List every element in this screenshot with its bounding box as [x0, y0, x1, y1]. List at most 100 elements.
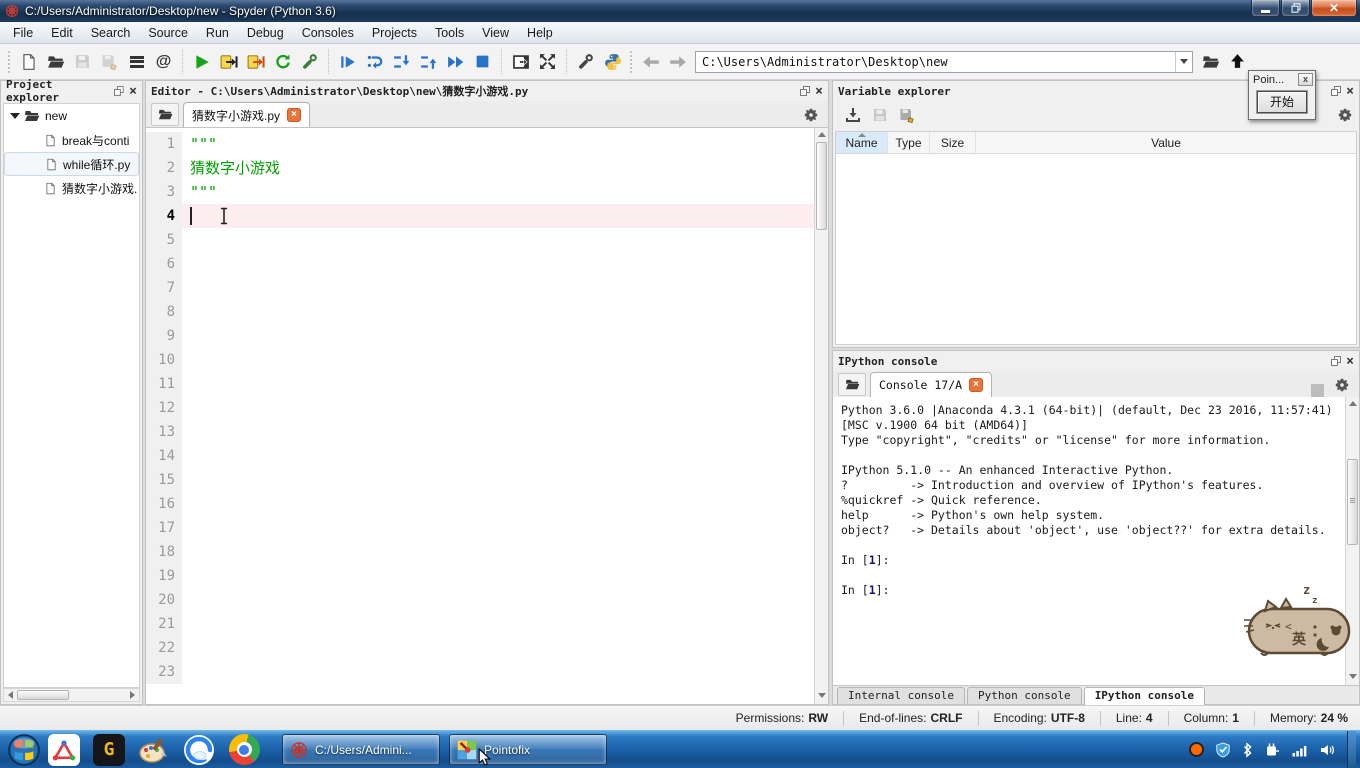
menu-item-edit[interactable]: Edit [42, 24, 82, 42]
parent-directory-button[interactable] [1224, 48, 1251, 75]
save-button[interactable] [69, 48, 96, 75]
run-button[interactable] [188, 48, 215, 75]
menu-item-run[interactable]: Run [197, 24, 238, 42]
scrollbar-thumb[interactable] [816, 142, 827, 230]
undock-icon[interactable] [1331, 356, 1341, 366]
combobox-dropdown-button[interactable] [1175, 51, 1192, 72]
python-packages-button[interactable] [599, 48, 626, 75]
power-plug-icon[interactable] [1264, 742, 1280, 758]
qq-browser-app-icon[interactable] [183, 734, 215, 766]
new-file-button[interactable] [15, 48, 42, 75]
editor-line[interactable]: 3 """ [146, 180, 814, 204]
file-switcher-button[interactable] [123, 48, 150, 75]
editor-line[interactable]: 2 猜数字小游戏 [146, 156, 814, 180]
editor-line[interactable]: 9 [146, 324, 814, 348]
speaker-icon[interactable] [1319, 742, 1335, 758]
scroll-left-icon[interactable] [8, 691, 13, 699]
g-logo-app-icon[interactable]: G [93, 733, 125, 766]
working-directory-combobox[interactable]: C:\Users\Administrator\Desktop\new [695, 50, 1193, 73]
rerun-cell-button[interactable] [269, 48, 296, 75]
debug-button[interactable] [334, 48, 361, 75]
editor-line[interactable]: 7 [146, 276, 814, 300]
maximize-pane-button[interactable] [534, 48, 561, 75]
taskbar-button-spyder[interactable]: C:/Users/Admini... [282, 734, 440, 765]
console-tab-ipython-console[interactable]: IPython console [1083, 687, 1206, 705]
menu-item-debug[interactable]: Debug [238, 24, 293, 42]
column-header-name[interactable]: Name [836, 132, 888, 153]
editor-line[interactable]: 6 [146, 252, 814, 276]
scroll-right-icon[interactable] [130, 691, 135, 699]
back-button[interactable] [637, 48, 664, 75]
editor-line[interactable]: 5 [146, 228, 814, 252]
triangle-logo-app-icon[interactable] [48, 733, 80, 766]
debug-step-button[interactable] [361, 48, 388, 75]
undock-icon[interactable] [114, 86, 124, 96]
open-file-button[interactable] [42, 48, 69, 75]
pointofix-title-bar[interactable]: Poin... x [1249, 71, 1315, 87]
scroll-up-icon[interactable] [1348, 401, 1357, 406]
editor-line[interactable]: 23 [146, 660, 814, 684]
menu-item-source[interactable]: Source [139, 24, 197, 42]
scroll-up-icon[interactable] [817, 132, 826, 137]
save-all-button[interactable] [96, 48, 123, 75]
scroll-down-icon[interactable] [1349, 674, 1357, 679]
editor-tab[interactable]: 猜数字小游戏.py × [183, 102, 311, 127]
editor-line[interactable]: 22 [146, 636, 814, 660]
close-panel-icon[interactable]: × [129, 85, 137, 98]
menu-item-projects[interactable]: Projects [363, 24, 426, 42]
expander-icon[interactable] [10, 113, 20, 119]
editor-line[interactable]: 14 [146, 444, 814, 468]
browse-tabs-button[interactable] [838, 373, 866, 396]
browse-directory-button[interactable] [1197, 48, 1224, 75]
tab-close-icon[interactable]: × [287, 108, 302, 122]
project-file[interactable]: break与conti [4, 128, 139, 152]
undock-icon[interactable] [800, 86, 810, 96]
preferences-button[interactable] [572, 48, 599, 75]
close-button[interactable]: ✕ [1311, 0, 1357, 17]
network-signal-icon[interactable] [1291, 742, 1308, 758]
editor-line[interactable]: 1 """ [146, 132, 814, 156]
pointofix-window[interactable]: Poin... x 开始 [1248, 70, 1316, 120]
save-data-button[interactable] [866, 102, 893, 129]
editor-vertical-scrollbar[interactable] [814, 128, 828, 704]
close-panel-icon[interactable]: × [1346, 85, 1354, 98]
menu-item-search[interactable]: Search [82, 24, 140, 42]
paint-app-icon[interactable] [138, 734, 170, 766]
save-data-as-button[interactable] [893, 102, 920, 129]
console-tab-python-console[interactable]: Python console [966, 687, 1082, 704]
security-shield-icon[interactable] [1215, 741, 1231, 758]
tab-close-icon[interactable]: × [969, 378, 984, 392]
project-root-folder[interactable]: new [4, 104, 139, 128]
scrollbar-thumb[interactable] [17, 690, 69, 700]
import-data-button[interactable] [839, 102, 866, 129]
console-body[interactable]: Python 3.6.0 |Anaconda 4.3.1 (64-bit)| (… [833, 397, 1359, 685]
editor-options-gear-icon[interactable] [803, 107, 819, 123]
menu-item-tools[interactable]: Tools [426, 24, 473, 42]
close-panel-icon[interactable]: × [1346, 355, 1354, 368]
debug-stop-button[interactable] [469, 48, 496, 75]
pointofix-start-button[interactable]: 开始 [1257, 91, 1307, 113]
title-bar[interactable]: C:/Users/Administrator/Desktop/new - Spy… [0, 0, 1360, 22]
project-horizontal-scrollbar[interactable] [3, 688, 140, 702]
editor-line[interactable]: 13 [146, 420, 814, 444]
interrupt-kernel-icon[interactable] [1311, 384, 1324, 397]
project-file[interactable]: 猜数字小游戏. [4, 176, 139, 200]
fullscreen-button[interactable] [507, 48, 534, 75]
undock-icon[interactable] [1331, 86, 1341, 96]
editor-line[interactable]: 10 [146, 348, 814, 372]
debug-continue-button[interactable] [442, 48, 469, 75]
console-options-gear-icon[interactable] [1334, 377, 1350, 393]
column-header-type[interactable]: Type [888, 132, 930, 153]
editor-code-area[interactable]: 1 """ 2 猜数字小游戏 3 """ 4 5 6 7 8 9 10 11 12 13 14 15 16 17 18 1… [146, 128, 814, 704]
column-header-size[interactable]: Size [930, 132, 976, 153]
editor-line[interactable]: 21 [146, 612, 814, 636]
editor-line[interactable]: 20 [146, 588, 814, 612]
menu-item-file[interactable]: File [4, 24, 42, 42]
scrollbar-thumb[interactable] [1347, 459, 1358, 545]
run-settings-button[interactable] [296, 48, 323, 75]
taskbar-button-pointofix[interactable]: Pointofix [449, 734, 607, 765]
console-tab[interactable]: Console 17/A × [870, 372, 993, 397]
run-cell-button[interactable] [215, 48, 242, 75]
editor-line[interactable]: 15 [146, 468, 814, 492]
start-button[interactable] [8, 733, 40, 766]
